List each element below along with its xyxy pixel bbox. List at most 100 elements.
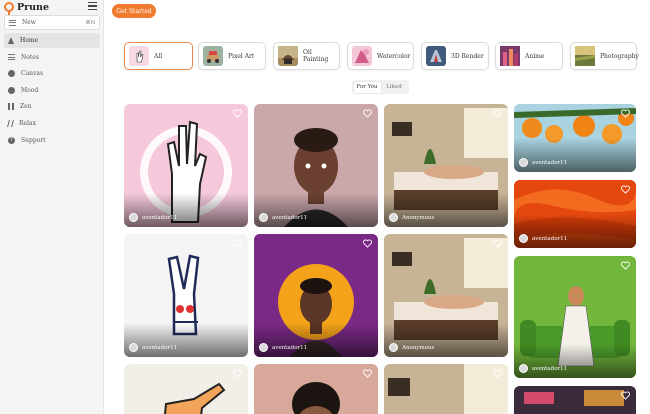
like-heart-icon[interactable] <box>363 109 372 118</box>
like-heart-icon[interactable] <box>621 185 630 194</box>
style-chip-label: Pixel Art <box>228 52 255 60</box>
anime-thumbnail-icon <box>500 46 520 66</box>
feed-card[interactable]: Anonymous <box>384 234 508 357</box>
style-chip-label: Watercolor <box>377 52 411 60</box>
avatar[interactable] <box>389 213 398 222</box>
like-heart-icon[interactable] <box>621 109 630 118</box>
avatar[interactable] <box>519 234 528 243</box>
feed-card[interactable] <box>514 386 636 414</box>
feed-card[interactable]: aventador11 <box>514 104 636 172</box>
sidebar-item-zen[interactable]: Zen <box>4 99 100 114</box>
sidebar-item-label: Relax <box>19 119 36 127</box>
style-chip-oil-painting[interactable]: Oil Painting <box>273 42 340 70</box>
card-footer <box>254 193 378 227</box>
pixel-art-thumbnail-icon <box>203 46 223 66</box>
get-started-button[interactable]: Get Started <box>112 4 156 18</box>
feed-card[interactable]: aventador11 <box>514 256 636 378</box>
style-chip-photography[interactable]: Photography <box>570 42 639 70</box>
3d-render-thumbnail-icon <box>426 46 446 66</box>
avatar[interactable] <box>389 343 398 352</box>
relax-icon <box>7 119 14 127</box>
watercolor-thumbnail-icon <box>352 46 372 66</box>
like-heart-icon[interactable] <box>621 391 630 400</box>
sidebar-item-label: Notes <box>21 53 39 61</box>
author-name[interactable]: aventador11 <box>532 160 567 166</box>
interior-image <box>388 364 508 414</box>
mood-icon <box>8 86 15 94</box>
feed-card[interactable]: aventador11 <box>254 234 378 357</box>
author-name[interactable]: aventador11 <box>142 345 177 351</box>
author-name[interactable]: Anonymous <box>402 215 434 221</box>
prune-logo-icon <box>4 2 14 15</box>
author-name[interactable]: aventador11 <box>272 345 307 351</box>
style-chip-all[interactable]: All <box>124 42 193 70</box>
sidebar-item-notes[interactable]: Notes <box>4 50 100 65</box>
style-chip-3d-render[interactable]: 3D Render <box>421 42 489 70</box>
card-footer <box>514 214 636 248</box>
tab-for-you[interactable]: For You <box>353 81 381 93</box>
feed-card[interactable]: aventador11 <box>254 104 378 227</box>
style-chip-label: 3D Render <box>451 52 484 60</box>
like-heart-icon[interactable] <box>493 109 502 118</box>
photography-thumbnail-icon <box>575 46 595 66</box>
feed-card[interactable]: aventador11 <box>514 180 636 248</box>
author-name[interactable]: aventador11 <box>532 236 567 242</box>
logo[interactable]: Prune <box>4 1 100 15</box>
feed-card[interactable]: aventador11 <box>124 234 248 357</box>
oil-painting-thumbnail-icon <box>278 46 298 66</box>
sidebar-item-mood[interactable]: Mood <box>4 83 100 98</box>
feed-card[interactable] <box>124 364 248 414</box>
like-heart-icon[interactable] <box>363 239 372 248</box>
like-heart-icon[interactable] <box>621 261 630 270</box>
style-chip-pixel-art[interactable]: Pixel Art <box>198 42 266 70</box>
style-chip-label: All <box>154 52 163 60</box>
new-button-label: New <box>22 19 36 26</box>
like-heart-icon[interactable] <box>233 239 242 248</box>
feed-card[interactable]: Anonymous <box>384 104 508 227</box>
sidebar-item-label: Home <box>20 37 39 44</box>
all-thumbnail-icon <box>129 46 149 66</box>
card-footer <box>384 323 508 357</box>
author-name[interactable]: aventador11 <box>272 215 307 221</box>
avatar[interactable] <box>129 343 138 352</box>
support-link[interactable]: ? Support <box>8 137 46 144</box>
sidebar-item-home[interactable]: Home <box>4 33 100 48</box>
card-footer <box>254 323 378 357</box>
feed-tabs: For You Liked <box>352 80 409 94</box>
home-icon <box>8 37 14 44</box>
author-name[interactable]: Anonymous <box>402 345 434 351</box>
feed-card[interactable]: aventador11 <box>124 104 248 227</box>
sidebar-item-canvas[interactable]: Canvas <box>4 66 100 81</box>
avatar[interactable] <box>129 213 138 222</box>
style-chip-label: Oil Painting <box>303 49 329 63</box>
like-heart-icon[interactable] <box>233 109 242 118</box>
portrait-image <box>292 382 340 414</box>
card-footer <box>124 193 248 227</box>
avatar[interactable] <box>519 364 528 373</box>
like-heart-icon[interactable] <box>493 239 502 248</box>
new-shortcut: ⌘N <box>85 19 95 26</box>
menu-icon[interactable] <box>88 2 97 10</box>
author-name[interactable]: aventador11 <box>532 366 567 372</box>
tab-liked[interactable]: Liked <box>381 82 408 93</box>
app-root: Prune New ⌘N Home Notes Canvas Mood Zen … <box>0 0 650 414</box>
like-heart-icon[interactable] <box>233 369 242 378</box>
author-name[interactable]: aventador11 <box>142 215 177 221</box>
card-footer <box>124 323 248 357</box>
new-button[interactable]: New ⌘N <box>4 15 100 30</box>
feed-card[interactable] <box>384 364 508 414</box>
avatar[interactable] <box>259 213 268 222</box>
like-heart-icon[interactable] <box>363 369 372 378</box>
card-footer <box>514 138 636 172</box>
avatar[interactable] <box>259 343 268 352</box>
like-heart-icon[interactable] <box>493 369 502 378</box>
style-chip-watercolor[interactable]: Watercolor <box>347 42 414 70</box>
help-icon: ? <box>8 137 15 144</box>
zen-icon <box>8 103 14 110</box>
style-chip-anime[interactable]: Anime <box>495 42 563 70</box>
style-chip-label: Anime <box>525 52 545 60</box>
card-footer <box>384 193 508 227</box>
feed-card[interactable] <box>254 364 378 414</box>
sidebar-item-relax[interactable]: Relax <box>4 116 100 131</box>
avatar[interactable] <box>519 158 528 167</box>
